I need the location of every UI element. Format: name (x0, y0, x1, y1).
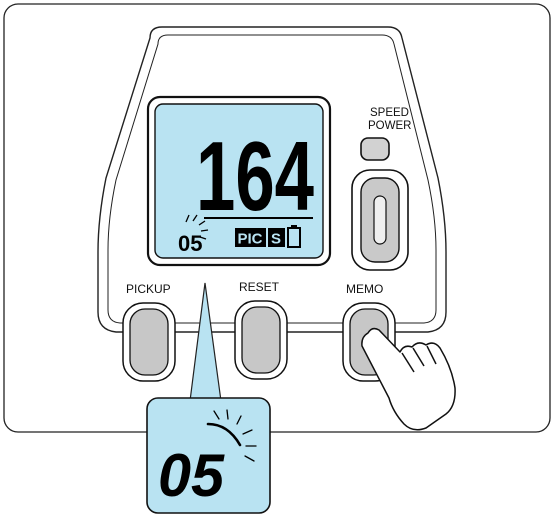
lcd-pic-label: PIC (238, 231, 263, 248)
zoom-memory-number: 05 (158, 442, 226, 509)
speed-power-label-line2: POWER (368, 120, 411, 132)
slide-switch[interactable] (351, 169, 409, 271)
pickup-button[interactable] (122, 302, 176, 382)
lcd-main-value: 164 (196, 121, 314, 231)
lcd-memory-number: 05 (178, 231, 202, 256)
lcd-s-label: S (271, 231, 281, 248)
speed-power-label-line1: SPEED (370, 107, 409, 119)
device-illustration: 164 05 PIC S SPEED POWER PICKUP RESET ME… (3, 3, 551, 514)
memo-label: MEMO (346, 282, 383, 296)
reset-button[interactable] (234, 300, 288, 380)
reset-label: RESET (239, 280, 280, 294)
speed-power-button[interactable] (360, 137, 390, 161)
pickup-label: PICKUP (126, 282, 171, 296)
